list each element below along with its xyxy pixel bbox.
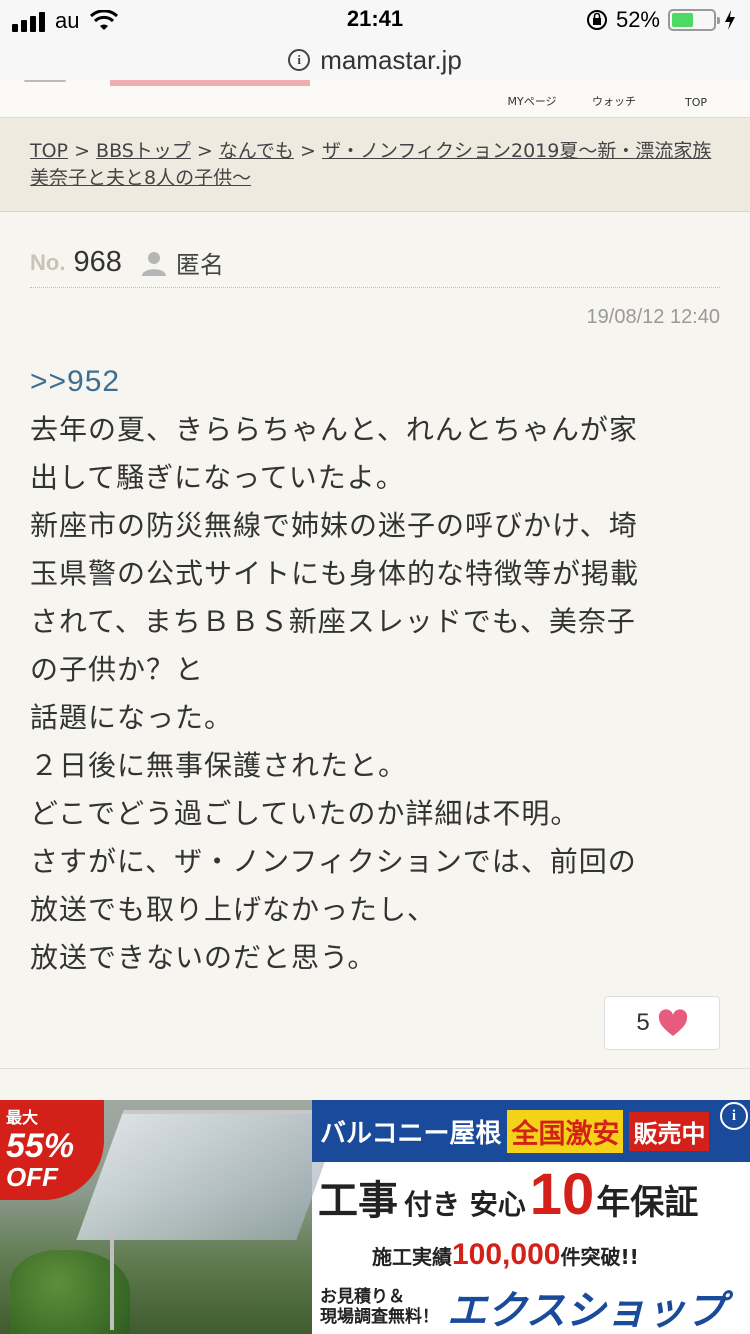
ad-sub-num: 100,000	[452, 1238, 561, 1271]
post-author: 匿名	[175, 251, 224, 279]
nav-watch-label: ウォッチ	[592, 95, 636, 108]
ad-bottom: お見積り＆ 現場調査無料！ エクスショップ	[320, 1278, 726, 1334]
nav-my-page-label: MYページ	[507, 95, 557, 108]
post-line: されて、まちＢＢＳ新座スレッドでも、美奈子	[30, 605, 636, 638]
ad-main-1: 工事	[318, 1178, 398, 1224]
ad-badge-off: OFF	[6, 1162, 58, 1192]
ad-sub-copy: 施工実績 100,000 件突破!!	[372, 1238, 639, 1272]
nav-my-page[interactable]: MYページ	[492, 93, 572, 109]
post-line: 出して騒ぎになっていたよ。	[30, 461, 405, 494]
status-right: 52%	[586, 7, 736, 33]
ad-quote-2: 現場調査無料！	[320, 1307, 439, 1327]
nav-top-label: TOP	[684, 96, 707, 109]
status-bar: au 21:41 52%	[0, 0, 750, 40]
nav-top[interactable]: TOP	[656, 96, 736, 109]
heart-icon	[658, 1009, 687, 1036]
post-line: 去年の夏、きららちゃんと、れんとちゃんが家	[30, 413, 638, 446]
ad-copy: バルコニー屋根 全国激安 販売中 i 工事 付き 安心 10 年保証 施工実績 …	[312, 1100, 750, 1334]
ad-headline: バルコニー屋根	[320, 1118, 502, 1149]
breadcrumb-separator: >	[196, 140, 213, 162]
post-line: 放送でも取り上げなかったし、	[30, 893, 437, 926]
post-line: ２日後に無事保護されたと。	[30, 749, 408, 782]
site-header: MYページ ウォッチ TOP	[0, 80, 750, 118]
post-line: どこでどう過ごしていたのか詳細は不明。	[30, 797, 580, 830]
address-bar[interactable]: i mamastar.jp	[0, 40, 750, 80]
ad-shop-name: エクスショップ	[447, 1288, 726, 1334]
post-line: 話題になった。	[30, 701, 234, 734]
post-timestamp: 19/08/12 12:40	[586, 306, 720, 328]
site-logo[interactable]	[110, 80, 310, 86]
info-icon[interactable]: i	[288, 49, 311, 71]
ad-sub-1: 施工実績	[372, 1245, 452, 1269]
section-divider	[0, 1068, 750, 1100]
reply-link[interactable]: >>952	[30, 358, 720, 406]
post-body: >>952 去年の夏、きららちゃんと、れんとちゃんが家 出して騒ぎになっていたよ…	[30, 358, 720, 982]
charging-icon	[725, 10, 735, 30]
ad-main-copy: 工事 付き 安心 10 年保証	[318, 1166, 698, 1226]
battery-percent: 52%	[615, 7, 660, 32]
breadcrumb-nandemo[interactable]: なんでも	[219, 140, 294, 162]
ad-quote-1: お見積り＆	[320, 1287, 405, 1307]
nav-watch[interactable]: ウォッチ	[574, 93, 654, 109]
post-line: 新座市の防災無線で姉妹の迷子の呼びかけ、埼	[30, 509, 638, 542]
ad-discount-badge: 最大 55% OFF	[0, 1100, 104, 1200]
ad-main-2: 付き 安心	[404, 1188, 526, 1221]
ad-rail	[110, 1230, 114, 1330]
ad-main-num: 10	[529, 1162, 595, 1227]
post-header: No. 968 匿名	[30, 238, 720, 288]
ad-main-3: 年保証	[596, 1183, 699, 1223]
like-button[interactable]: 5	[604, 996, 720, 1050]
battery-fill	[672, 13, 693, 27]
post-line: の子供か？と	[30, 653, 205, 686]
breadcrumb: TOP > BBSトップ > なんでも > ザ・ノンフィクション2019夏〜新・…	[0, 118, 750, 212]
ad-tag-cheap: 全国激安	[507, 1109, 624, 1153]
breadcrumb-separator: >	[74, 140, 90, 162]
ad-tag-sale: 販売中	[629, 1111, 710, 1151]
post: No. 968 匿名 19/08/12 12:40 >>952 去年の夏、きらら…	[0, 212, 750, 1068]
like-count: 5	[636, 1009, 650, 1036]
ad-info-icon[interactable]: i	[720, 1102, 748, 1130]
post-line: 玉県警の公式サイトにも身体的な特徴等が掲載	[30, 557, 640, 590]
ad-quote: お見積り＆ 現場調査無料！	[320, 1287, 439, 1327]
post-line: さすがに、ザ・ノンフィクションでは、前回の	[30, 845, 637, 878]
ad-headline-bar: バルコニー屋根 全国激安 販売中	[312, 1100, 750, 1162]
ad-banner[interactable]: 最大 55% OFF バルコニー屋根 全国激安 販売中 i 工事 付き 安心 1…	[0, 1100, 750, 1334]
ad-image: 最大 55% OFF	[0, 1100, 344, 1334]
breadcrumb-bbs-top[interactable]: BBSトップ	[96, 140, 191, 162]
url-text: mamastar.jp	[320, 44, 462, 75]
ad-badge-top: 最大	[6, 1108, 39, 1127]
ad-roof	[76, 1110, 344, 1240]
menu-icon[interactable]	[24, 80, 66, 82]
post-number: 968	[73, 246, 122, 278]
breadcrumb-separator: >	[299, 140, 316, 162]
post-line: 放送できないのだと思う。	[30, 941, 377, 974]
ad-sub-2: 件突破!!	[560, 1245, 639, 1269]
breadcrumb-top[interactable]: TOP	[30, 140, 68, 162]
battery-icon	[668, 9, 720, 31]
post-number-label: No.	[30, 249, 66, 275]
user-icon	[141, 251, 166, 276]
rotation-lock-icon	[586, 10, 607, 30]
ad-badge-percent: 55%	[6, 1127, 75, 1165]
